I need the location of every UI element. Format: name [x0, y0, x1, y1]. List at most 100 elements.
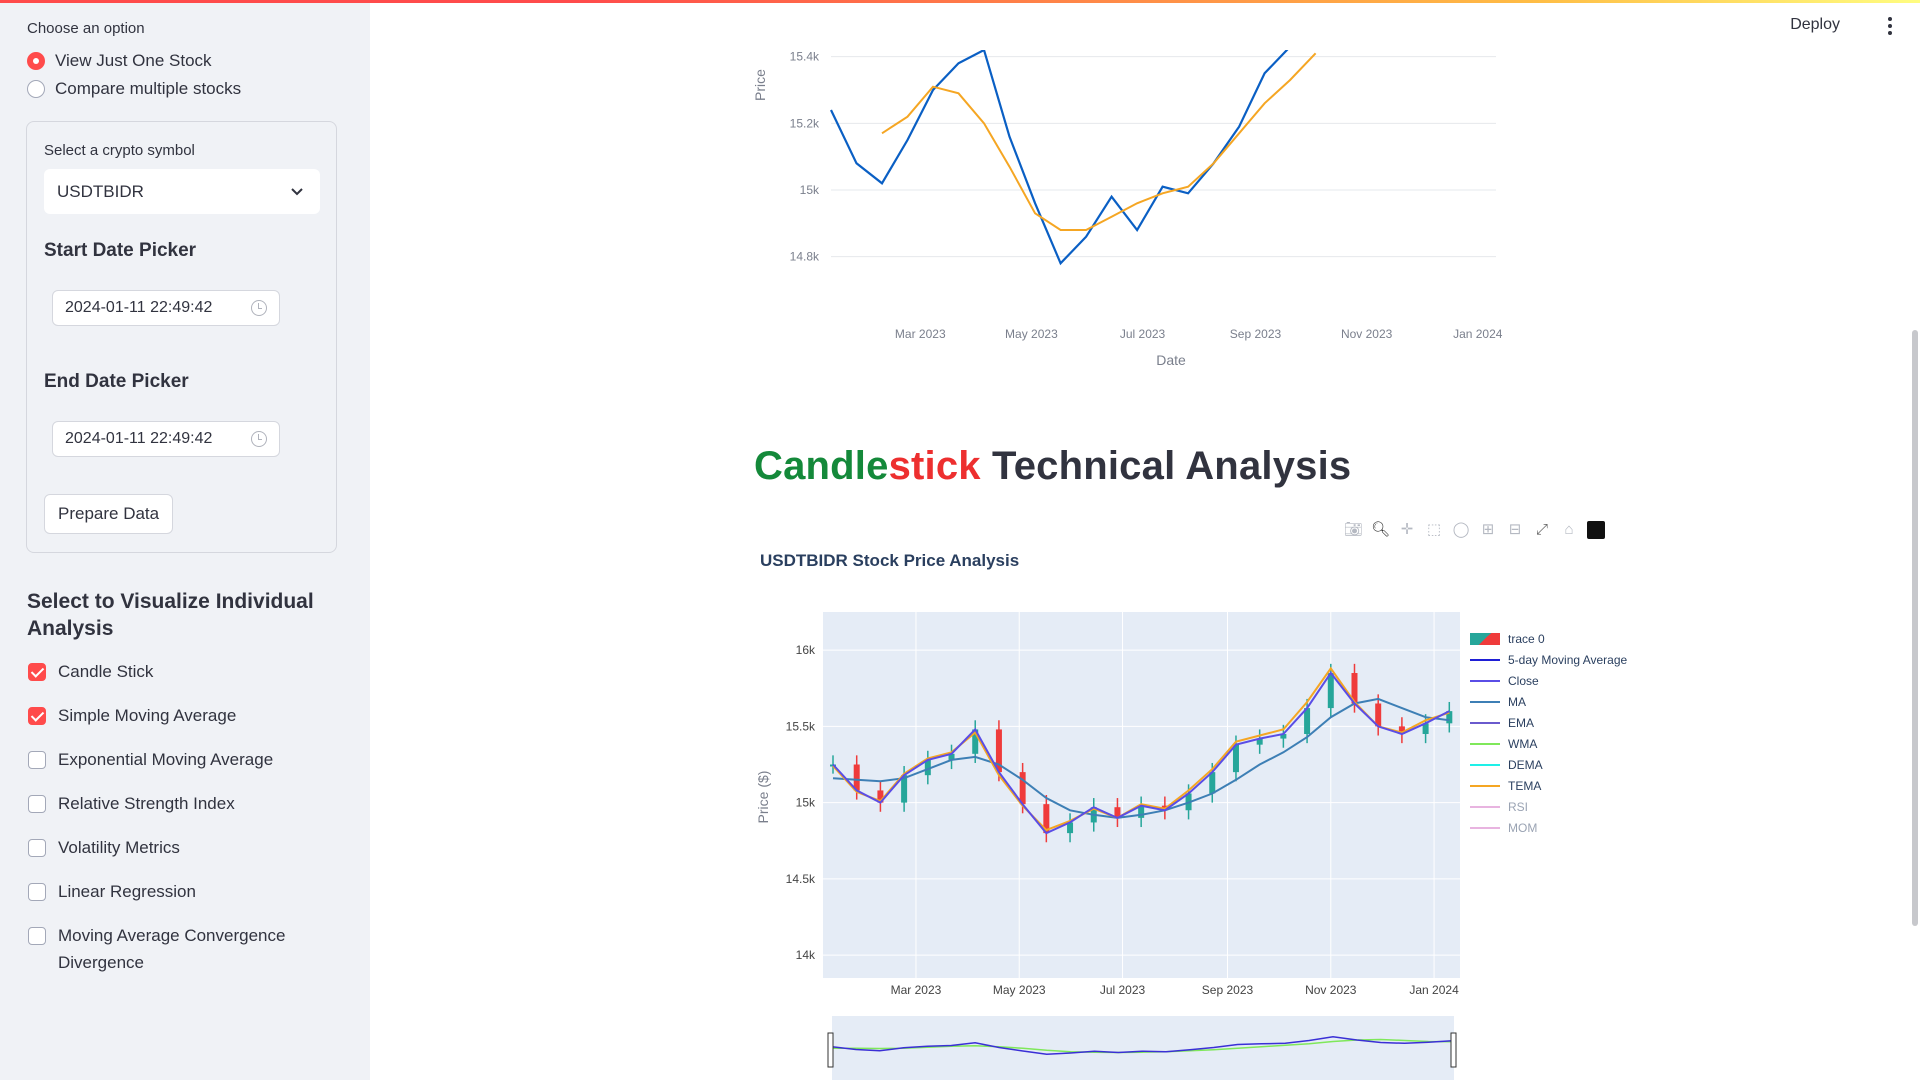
legend-swatch	[1470, 658, 1500, 661]
legend-item[interactable]: TEMA	[1470, 775, 1627, 796]
checkbox-macd[interactable]: Moving Average Convergence Divergence	[28, 922, 298, 976]
checkbox-label: Volatility Metrics	[58, 838, 180, 857]
chart-series	[830, 50, 1317, 266]
sidebar: Choose an option View Just One Stock Com…	[0, 0, 370, 1080]
checkbox-linear-regression[interactable]: Linear Regression	[28, 878, 328, 905]
checkbox-checked-icon	[28, 663, 46, 681]
legend-item[interactable]: 5-day Moving Average	[1470, 649, 1627, 670]
box-select-icon[interactable]: ⬚	[1425, 521, 1443, 539]
chart-title: USDTBIDR Stock Price Analysis	[760, 551, 1020, 570]
checkbox-exponential-moving-average[interactable]: Exponential Moving Average	[28, 746, 328, 773]
checkbox-relative-strength-index[interactable]: Relative Strength Index	[28, 790, 328, 817]
y-tick-label: 15k	[796, 796, 816, 810]
y-tick-label: 15.5k	[786, 719, 816, 733]
checkbox-volatility-metrics[interactable]: Volatility Metrics	[28, 834, 328, 861]
checkbox-label: Relative Strength Index	[58, 794, 235, 813]
checkbox-icon	[28, 927, 46, 945]
title-candle: Candle	[754, 444, 889, 488]
scrollbar-thumb[interactable]	[1912, 330, 1918, 926]
y-tick-label: 14.5k	[786, 872, 816, 886]
choose-option-label: Choose an option	[27, 20, 145, 37]
lasso-select-icon[interactable]: ◯	[1452, 521, 1470, 539]
x-axis-ticks: Mar 2023 May 2023 Jul 2023 Sep 2023 Nov 2023…	[891, 983, 1459, 997]
y-tick-label: 16k	[796, 643, 816, 657]
legend-label: MA	[1508, 694, 1526, 709]
legend-label: trace 0	[1508, 631, 1545, 646]
legend-swatch	[1470, 784, 1500, 787]
y-tick-label: 14k	[796, 948, 816, 962]
legend-item[interactable]: EMA	[1470, 712, 1627, 733]
y-tick-label: 14.8k	[790, 250, 820, 264]
plotly-logo-icon[interactable]	[1587, 521, 1605, 539]
crypto-symbol-select[interactable]: USDTBIDR	[44, 169, 320, 214]
legend-item[interactable]: MA	[1470, 691, 1627, 712]
deploy-button[interactable]: Deploy	[1790, 16, 1840, 34]
legend-label: TEMA	[1508, 778, 1542, 793]
legend-swatch	[1470, 742, 1500, 745]
legend-item[interactable]: WMA	[1470, 733, 1627, 754]
legend-label: EMA	[1508, 715, 1535, 730]
range-slider-right-handle[interactable]	[1450, 1032, 1457, 1068]
y-axis-label: Price	[752, 69, 768, 101]
camera-icon[interactable]: 📷︎	[1344, 521, 1363, 539]
legend-item[interactable]: DEMA	[1470, 754, 1627, 775]
x-tick-label: Nov 2023	[1305, 983, 1357, 997]
legend-label: 5-day Moving Average	[1508, 652, 1628, 667]
legend-swatch	[1470, 826, 1500, 829]
x-axis-ticks: Mar 2023 May 2023 Jul 2023 Sep 2023 Nov 2023…	[895, 327, 1503, 341]
end-date-input[interactable]: 2024-01-11 22:49:42	[52, 421, 280, 457]
prepare-data-button[interactable]: Prepare Data	[44, 494, 174, 534]
legend-item[interactable]: trace 0	[1470, 628, 1627, 649]
y-axis-ticks: 14k 14.5k 15k 15.5k 16k	[786, 643, 816, 962]
x-axis-label: Date	[1156, 352, 1186, 368]
legend-label: WMA	[1508, 736, 1538, 751]
candle-body	[853, 764, 860, 791]
checkbox-label: Exponential Moving Average	[58, 750, 274, 769]
section-title: Candlestick Technical Analysis	[754, 444, 1351, 489]
checkbox-simple-moving-average[interactable]: Simple Moving Average	[28, 702, 328, 729]
select-value: USDTBIDR	[57, 181, 144, 201]
zoom-in-icon[interactable]: ⊞	[1479, 521, 1497, 539]
pan-icon[interactable]: ✛	[1398, 521, 1416, 539]
y-tick-label: 15k	[800, 183, 820, 197]
clock-icon	[251, 300, 267, 316]
checkbox-icon	[28, 751, 46, 769]
x-tick-label: May 2023	[1005, 327, 1058, 341]
checkbox-label: Candle Stick	[58, 662, 154, 681]
x-tick-label: May 2023	[993, 983, 1046, 997]
x-tick-label: Mar 2023	[895, 327, 946, 341]
radio-view-one-stock[interactable]: View Just One Stock	[27, 51, 212, 71]
autoscale-icon[interactable]: ⤢	[1533, 521, 1551, 539]
checkbox-icon	[28, 839, 46, 857]
end-date-value: 2024-01-11 22:49:42	[65, 430, 213, 447]
top-accent-bar	[0, 0, 1920, 3]
legend-swatch	[1470, 700, 1500, 703]
legend-swatch	[1470, 763, 1500, 766]
checkbox-icon	[28, 795, 46, 813]
y-tick-label: 15.2k	[790, 116, 820, 130]
chart-modebar: 📷︎ 🔍︎ ✛ ⬚ ◯ ⊞ ⊟ ⤢ ⌂	[1344, 521, 1605, 539]
legend-item[interactable]: MOM	[1470, 817, 1627, 838]
start-date-title: Start Date Picker	[44, 240, 197, 261]
zoom-out-icon[interactable]: ⊟	[1506, 521, 1524, 539]
radio-compare-stocks[interactable]: Compare multiple stocks	[27, 79, 241, 99]
x-tick-label: Sep 2023	[1202, 983, 1254, 997]
zoom-icon[interactable]: 🔍︎	[1371, 521, 1390, 539]
radio-unselected-icon	[27, 80, 45, 98]
start-date-value: 2024-01-11 22:49:42	[65, 299, 213, 316]
checkbox-candle-stick[interactable]: Candle Stick	[28, 658, 328, 685]
visualize-title: Select to Visualize Individual Analysis	[27, 590, 314, 640]
legend-item[interactable]: RSI	[1470, 796, 1627, 817]
moving-average-line	[881, 52, 1317, 231]
start-date-input[interactable]: 2024-01-11 22:49:42	[52, 290, 280, 326]
range-slider-left-handle[interactable]	[827, 1032, 834, 1068]
legend-item[interactable]: Close	[1470, 670, 1627, 691]
y-tick-label: 15.4k	[790, 50, 820, 64]
checkbox-icon	[28, 883, 46, 901]
checkbox-label: Linear Regression	[58, 882, 196, 901]
candle-body	[1019, 772, 1026, 805]
more-menu-icon[interactable]	[1880, 14, 1900, 38]
end-date-title: End Date Picker	[44, 371, 189, 392]
legend-label: MOM	[1508, 820, 1538, 835]
reset-axes-icon[interactable]: ⌂	[1560, 521, 1578, 539]
